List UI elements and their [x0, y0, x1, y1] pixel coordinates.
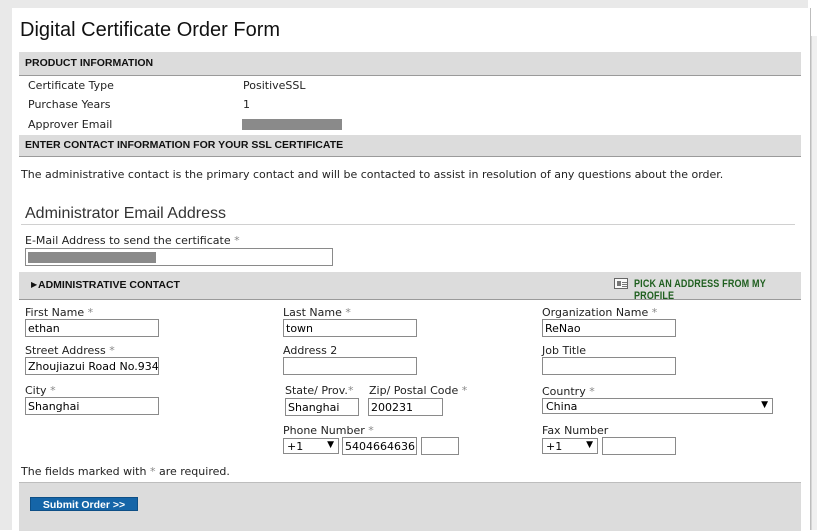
phone-extension-input[interactable] — [421, 437, 459, 455]
country-label: Country * — [542, 385, 595, 398]
window-top-frame — [0, 0, 817, 8]
certificate-type-label: Certificate Type — [28, 79, 114, 92]
fax-number-input[interactable] — [602, 437, 676, 455]
purchase-years-label: Purchase Years — [28, 98, 111, 111]
organization-label: Organization Name * — [542, 306, 658, 319]
approver-email-redacted — [242, 119, 342, 130]
fax-code-select[interactable]: +1 ▼ — [542, 438, 598, 454]
phone-number-input[interactable]: 5404664636 — [342, 437, 417, 455]
first-name-input[interactable]: ethan — [25, 319, 159, 337]
product-section-header: PRODUCT INFORMATION — [19, 52, 801, 76]
purchase-years-value: 1 — [243, 98, 250, 111]
order-form: Digital Certificate Order Form PRODUCT I… — [13, 8, 809, 531]
address-2-input[interactable] — [283, 357, 417, 375]
contact-section-title: ENTER CONTACT INFORMATION FOR YOUR SSL C… — [25, 139, 344, 151]
first-name-label: First Name * — [25, 306, 94, 319]
country-select[interactable]: China ▼ — [542, 398, 773, 414]
street-address-input[interactable]: Zhoujiazui Road No.934 — [25, 357, 159, 375]
dropdown-arrow-icon: ▼ — [761, 400, 768, 410]
last-name-input[interactable]: town — [283, 319, 417, 337]
page-title: Digital Certificate Order Form — [20, 19, 281, 41]
admin-contact-header[interactable]: ▶ ADMINISTRATIVE CONTACT PICK AN ADDRESS… — [19, 272, 801, 302]
job-title-input[interactable] — [542, 357, 676, 375]
contact-section-header: ENTER CONTACT INFORMATION FOR YOUR SSL C… — [19, 135, 801, 157]
address-2-label: Address 2 — [283, 344, 338, 357]
job-title-label: Job Title — [542, 344, 587, 357]
form-footer: Submit Order >> — [19, 482, 801, 531]
admin-email-redacted — [28, 252, 156, 263]
pick-address-link[interactable]: PICK AN ADDRESS FROM MY PROFILE — [634, 278, 771, 302]
address-card-icon[interactable] — [614, 278, 628, 289]
fax-number-label: Fax Number — [542, 424, 609, 437]
state-label: State/ Prov.* — [285, 384, 354, 397]
certificate-type-value: PositiveSSL — [243, 79, 306, 92]
fax-code-value: +1 — [546, 440, 563, 453]
admin-email-label: E-Mail Address to send the certificate * — [25, 234, 240, 247]
phone-code-select[interactable]: +1 ▼ — [283, 438, 339, 454]
city-input[interactable]: Shanghai — [25, 397, 159, 415]
scrollbar[interactable] — [811, 36, 817, 530]
dropdown-arrow-icon: ▼ — [586, 440, 593, 450]
admin-contact-title: ADMINISTRATIVE CONTACT — [38, 279, 180, 291]
last-name-label: Last Name * — [283, 306, 351, 319]
required-note: The fields marked with * are required. — [21, 465, 230, 478]
admin-email-heading: Administrator Email Address — [25, 205, 226, 222]
state-input[interactable]: Shanghai — [285, 398, 359, 416]
contact-note: The administrative contact is the primar… — [21, 168, 724, 181]
phone-code-value: +1 — [287, 440, 304, 453]
submit-order-button[interactable]: Submit Order >> — [30, 497, 138, 511]
expand-triangle-icon[interactable]: ▶ — [31, 280, 37, 289]
phone-number-label: Phone Number * — [283, 424, 374, 437]
street-address-label: Street Address * — [25, 344, 115, 357]
country-select-value: China — [546, 400, 578, 413]
window-left-frame — [0, 0, 12, 530]
approver-email-label: Approver Email — [28, 118, 113, 131]
zip-label: Zip/ Postal Code * — [369, 384, 468, 397]
zip-input[interactable]: 200231 — [368, 398, 443, 416]
city-label: City * — [25, 384, 56, 397]
organization-input[interactable]: ReNao — [542, 319, 676, 337]
dropdown-arrow-icon: ▼ — [327, 440, 334, 450]
product-section-title: PRODUCT INFORMATION — [25, 57, 154, 69]
divider — [21, 224, 795, 225]
